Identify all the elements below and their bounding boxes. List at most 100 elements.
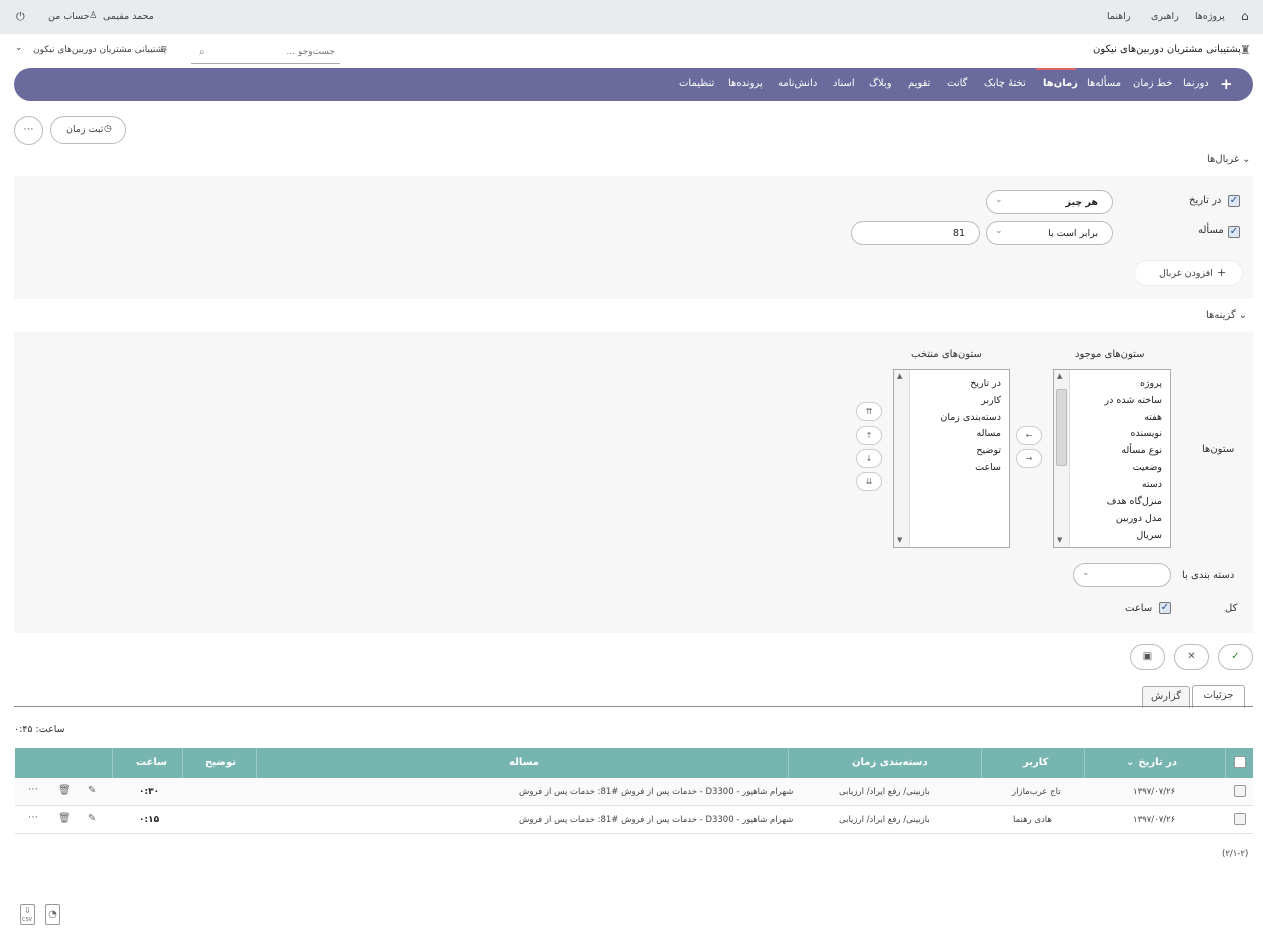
log-time-button[interactable]: ◷ ثبت زمان [50, 116, 126, 144]
tab-issues[interactable]: مسأله‌ها [1087, 78, 1121, 89]
cell-issue[interactable]: خدمات پس از فروش #81: خدمات پس از فروش -… [519, 787, 793, 797]
tab-timeline[interactable]: خط زمان [1133, 78, 1172, 89]
filters-toggle[interactable]: غربال‌ها ⌄ [1207, 154, 1251, 165]
row-checkbox[interactable] [1234, 785, 1246, 797]
ellipsis-icon: ⋯ [23, 124, 34, 135]
new-item-icon[interactable]: + [1220, 75, 1233, 93]
ellipsis-icon[interactable]: ⋯ [28, 812, 38, 823]
move-right-button[interactable]: → [1016, 449, 1042, 468]
options-toggle[interactable]: گزینه‌ها ⌄ [1206, 310, 1247, 321]
filter-issue-operator[interactable]: برابر است با ⌄ [986, 221, 1113, 245]
tab-calendar[interactable]: تقویم [908, 78, 930, 89]
projects-link[interactable]: پروژه‌ها [1195, 11, 1225, 22]
user-icon: ♙ [89, 10, 98, 21]
move-bottom-button[interactable]: ⇊ [856, 472, 882, 491]
user-name-link[interactable]: محمد مقیمی [103, 11, 154, 22]
admin-link[interactable]: راهبری [1151, 11, 1179, 22]
cell-date[interactable]: ۱۳۹۷/۰۷/۲۶ [1133, 787, 1175, 797]
power-icon[interactable]: ⏻ [16, 10, 25, 24]
selected-columns-title: ستون‌های منتخب [911, 349, 982, 360]
delete-icon[interactable]: 🗑 [58, 785, 71, 796]
delete-icon[interactable]: 🗑 [58, 813, 71, 824]
selected-columns-list[interactable]: ▲ ▼ در تاریخ کاربر دسته‌بندی زمان مساله … [893, 369, 1010, 548]
move-down-button[interactable]: ↓ [856, 449, 882, 468]
project-icon: ♜ [1240, 43, 1251, 57]
sort-desc-icon: ⌄ [1126, 757, 1135, 768]
tab-time-entries[interactable]: زمان‌ها [1043, 78, 1078, 89]
cell-date[interactable]: ۱۳۹۷/۰۷/۲۶ [1133, 815, 1175, 825]
move-up-button[interactable]: ↑ [856, 426, 882, 445]
search-input[interactable] [211, 44, 335, 60]
column-divider [981, 748, 982, 778]
scroll-up-icon: ▲ [897, 372, 903, 380]
tab-wiki[interactable]: دانش‌نامه [778, 78, 817, 89]
apply-button[interactable]: ✓ [1218, 644, 1253, 670]
tab-agile-board[interactable]: تختهٔ چابک [984, 78, 1026, 89]
project-jump[interactable]: پشتیبانی مشتریان دوربین‌های نیکون [33, 45, 166, 55]
select-all-checkbox[interactable] [1234, 756, 1246, 768]
col-hours[interactable]: ساعت [136, 757, 167, 768]
add-filter-button[interactable]: + افزودن غربال [1134, 260, 1243, 286]
filter-issue-value-input[interactable]: 81 [851, 221, 980, 245]
available-columns-list[interactable]: ▲ ▼ پروژه ساخته شده در هفته نویسنده نوع … [1053, 369, 1171, 548]
filter-issue-checkbox[interactable]: ✓ [1228, 226, 1240, 238]
total-hours: ساعت: ۰:۴۵ [14, 724, 65, 735]
group-by-select[interactable]: ⌄ [1073, 563, 1171, 587]
tab-settings[interactable]: تنظیمات [679, 78, 714, 89]
tab-blog[interactable]: وبلاگ [869, 78, 892, 89]
top-menu-bar: ⌂ پروژه‌ها راهبری راهنما محمد مقیمی ♙ حس… [0, 0, 1263, 34]
col-issue[interactable]: مساله [509, 757, 539, 768]
cell-user[interactable]: تاج عرب‌مازار [1012, 787, 1061, 797]
move-top-button[interactable]: ⇈ [856, 402, 882, 421]
totals-hours-label: ساعت [1125, 603, 1153, 614]
my-account-link[interactable]: حساب من [48, 11, 90, 22]
tab-overview[interactable]: دورنما [1183, 78, 1209, 89]
tab-gantt[interactable]: گانت [947, 78, 967, 89]
more-actions-button[interactable]: ⋯ [14, 116, 43, 145]
cell-user[interactable]: هادی رهنما [1013, 815, 1052, 825]
chevron-down-icon[interactable]: ⌄ [15, 43, 23, 53]
help-link[interactable]: راهنما [1107, 11, 1131, 22]
search-box[interactable]: ⌕ [191, 42, 340, 64]
col-activity[interactable]: دسته‌بندی زمان [852, 757, 928, 768]
filter-date-checkbox[interactable]: ✓ [1228, 195, 1240, 207]
tab-documents[interactable]: اسناد [833, 78, 855, 89]
column-divider [1084, 748, 1085, 778]
chevron-down-icon: ⌄ [1238, 310, 1248, 321]
edit-icon[interactable]: ✎ [88, 785, 96, 796]
atom-feed-icon[interactable]: ◔ [45, 904, 60, 925]
table-row[interactable]: ۱۳۹۷/۰۷/۲۶ تاج عرب‌مازار بازبینی/ رفع ای… [15, 778, 1253, 806]
filter-date-operator[interactable]: هر چیز ⌄ [986, 190, 1113, 214]
column-divider [112, 748, 113, 778]
col-user[interactable]: کاربر [1023, 757, 1048, 768]
scroll-thumb[interactable] [1056, 389, 1067, 466]
col-date[interactable]: ⌄ در تاریخ [1126, 757, 1177, 768]
save-query-button[interactable]: ▣ [1130, 644, 1165, 670]
totals-hours-checkbox[interactable]: ✓ [1159, 602, 1171, 614]
col-comment[interactable]: توضیح [205, 757, 236, 768]
totals-label: کل [1225, 603, 1238, 614]
ellipsis-icon[interactable]: ⋯ [28, 784, 38, 795]
chevron-down-icon: ⌄ [1082, 568, 1090, 578]
csv-export-icon[interactable]: ⇩ CSV [20, 904, 35, 925]
home-icon[interactable]: ⌂ [1241, 9, 1249, 23]
tab-files[interactable]: پرونده‌ها [728, 78, 763, 89]
tab-details[interactable]: جزئیات [1192, 685, 1245, 708]
chevron-down-icon: ⌄ [1242, 154, 1251, 165]
scroll-up-icon: ▲ [1057, 372, 1063, 380]
scrollbar[interactable]: ▲ ▼ [1054, 370, 1070, 547]
cell-issue[interactable]: خدمات پس از فروش #81: خدمات پس از فروش -… [519, 815, 793, 825]
row-checkbox[interactable] [1234, 813, 1246, 825]
table-row[interactable]: ۱۳۹۷/۰۷/۲۶ هادی رهنما بازبینی/ رفع ایراد… [15, 806, 1253, 834]
cell-activity: بازبینی/ رفع ایراد/ ارزیابی [839, 787, 930, 797]
cell-activity: بازبینی/ رفع ایراد/ ارزیابی [839, 815, 930, 825]
tab-report[interactable]: گزارش [1142, 686, 1190, 708]
edit-icon[interactable]: ✎ [88, 813, 96, 824]
clear-button[interactable]: ✕ [1174, 644, 1209, 670]
tabs-divider [14, 706, 1253, 707]
project-title[interactable]: پشتیبانی مشتریان دوربین‌های نیکون [1093, 44, 1241, 55]
move-left-button[interactable]: ← [1016, 426, 1042, 445]
scroll-down-icon: ▼ [1057, 536, 1063, 544]
filter-date-label: در تاریخ [1189, 195, 1222, 206]
scrollbar[interactable]: ▲ ▼ [894, 370, 910, 547]
